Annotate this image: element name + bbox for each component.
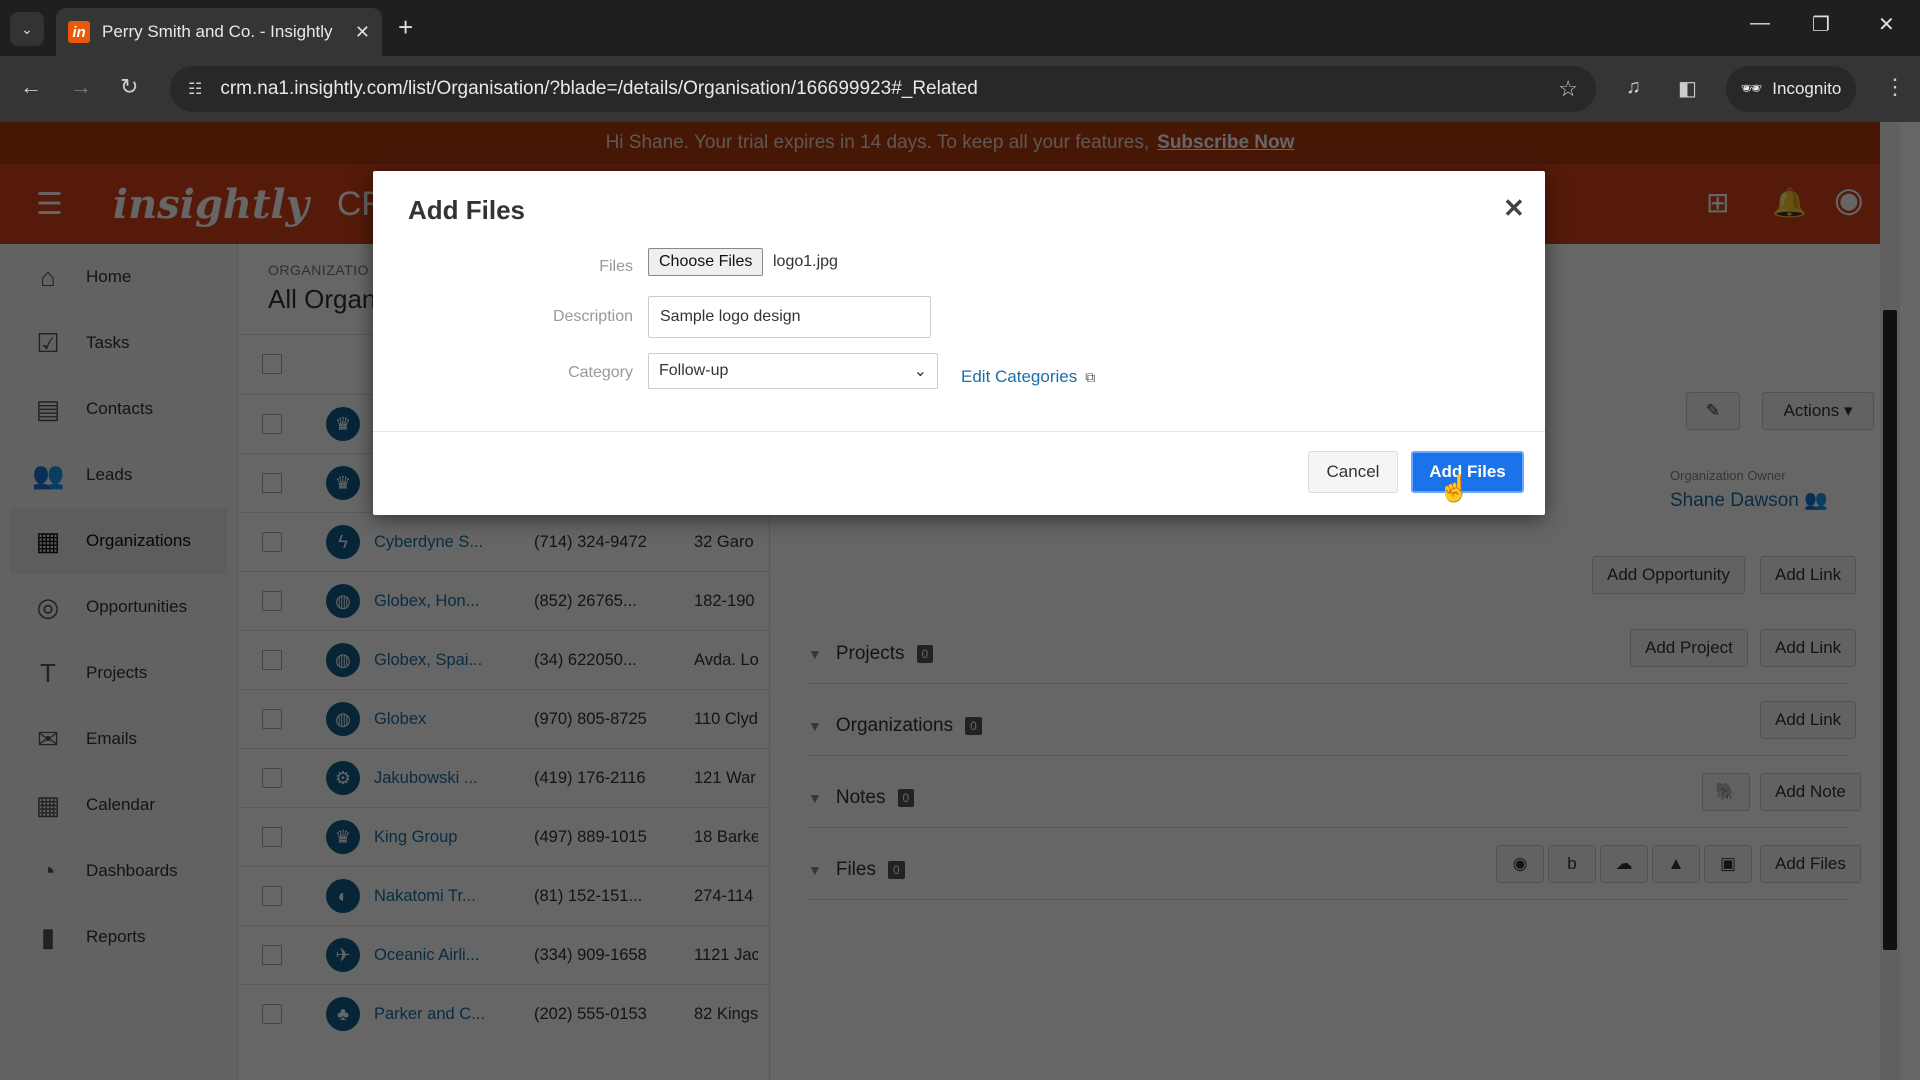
description-label: Description xyxy=(552,308,633,325)
add-files-dialog: Add Files ✕ Files Choose Files logo1.jpg… xyxy=(373,171,1545,515)
category-label: Category xyxy=(568,364,633,381)
minimize-button[interactable]: — xyxy=(1750,12,1770,35)
description-input[interactable] xyxy=(648,296,931,338)
dialog-divider xyxy=(373,431,1545,432)
browser-tab-bar: ⌄ in Perry Smith and Co. - Insightly ✕ +… xyxy=(0,0,1920,56)
new-tab-button[interactable]: + xyxy=(398,12,413,43)
external-link-icon: ⧉ xyxy=(1085,368,1096,385)
url-text: crm.na1.insightly.com/list/Organisation/… xyxy=(220,78,978,99)
incognito-label: Incognito xyxy=(1772,79,1842,98)
dialog-title: Add Files xyxy=(408,195,526,225)
selected-file-name: logo1.jpg xyxy=(773,253,838,270)
browser-menu-icon[interactable]: ⋮ xyxy=(1884,74,1906,100)
media-control-icon[interactable]: ♫ xyxy=(1626,76,1641,99)
files-label: Files xyxy=(599,258,633,275)
reload-button[interactable]: ↻ xyxy=(120,74,138,100)
tab-search-button[interactable]: ⌄ xyxy=(10,12,44,46)
tab-title: Perry Smith and Co. - Insightly xyxy=(102,22,333,41)
hand-cursor-icon: ☝ xyxy=(1438,473,1471,503)
category-value: Follow-up xyxy=(659,362,729,379)
close-tab-icon[interactable]: ✕ xyxy=(355,22,370,43)
category-select[interactable]: Follow-up ⌄ xyxy=(648,353,938,389)
browser-tab[interactable]: in Perry Smith and Co. - Insightly ✕ xyxy=(56,8,382,56)
site-info-icon[interactable]: ☷ xyxy=(188,79,202,99)
close-window-button[interactable]: ✕ xyxy=(1878,12,1895,37)
url-bar[interactable]: ☷ crm.na1.insightly.com/list/Organisatio… xyxy=(170,66,1596,112)
insightly-favicon-icon: in xyxy=(68,21,90,43)
side-panel-icon[interactable]: ◧ xyxy=(1678,76,1697,101)
back-button[interactable]: ← xyxy=(20,74,42,100)
chevron-down-icon: ⌄ xyxy=(913,363,927,380)
edit-categories-link[interactable]: Edit Categories ⧉ xyxy=(961,367,1095,387)
edit-categories-label: Edit Categories xyxy=(961,367,1078,386)
incognito-badge[interactable]: 🕶 Incognito xyxy=(1726,66,1856,112)
forward-button[interactable]: → xyxy=(70,74,92,100)
restore-button[interactable]: ❐ xyxy=(1812,12,1830,37)
bookmark-star-icon[interactable]: ☆ xyxy=(1558,76,1578,102)
choose-files-button[interactable]: Choose Files xyxy=(648,248,764,276)
close-icon[interactable]: ✕ xyxy=(1503,193,1525,224)
cancel-button[interactable]: Cancel xyxy=(1308,451,1398,493)
incognito-icon: 🕶 xyxy=(1740,79,1763,98)
